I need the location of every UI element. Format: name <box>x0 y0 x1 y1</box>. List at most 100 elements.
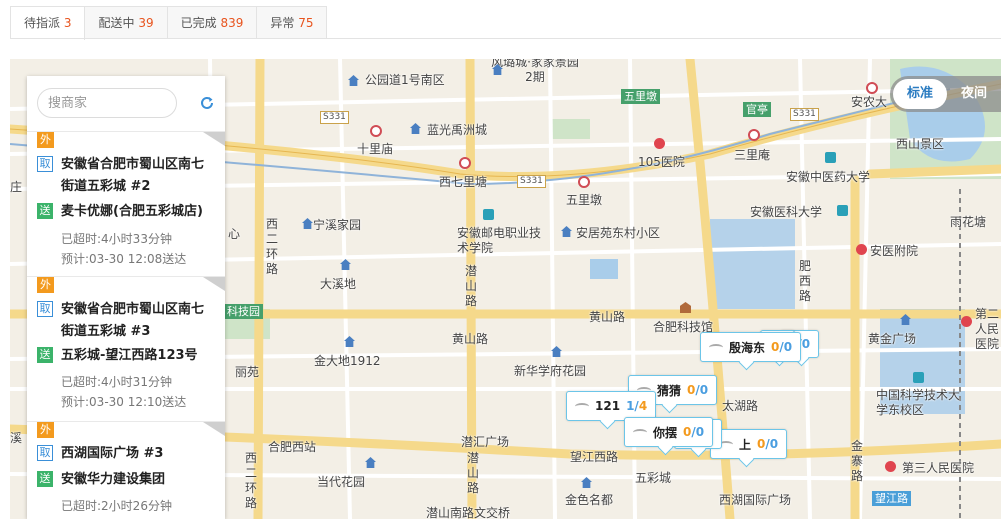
overdue-time: 已超时:4小时31分钟 <box>61 375 172 389</box>
map-label: 肥西路 <box>798 259 811 303</box>
tab-pending[interactable]: 待指派 3 <box>11 7 86 40</box>
rider-icon <box>633 428 647 436</box>
order-card[interactable]: 外 取 西湖国际广场 #3 送 安徽华力建设集团 已超时:2小时26分钟 <box>27 421 225 519</box>
order-type-badge: 外 <box>37 422 54 438</box>
overdue-time: 已超时:2小时26分钟 <box>61 499 172 513</box>
metro-station-label: 科技园 <box>224 304 263 319</box>
map-label: 安农大 <box>851 95 888 109</box>
map-label: 风璐城·家家景园2期 <box>491 59 579 84</box>
refresh-icon[interactable] <box>199 95 215 111</box>
map-label: 中国科学技术大学东校区 <box>876 388 961 417</box>
map-label: 黄山路 <box>452 332 489 346</box>
metro-icon <box>459 157 471 169</box>
tab-delivering[interactable]: 配送中 39 <box>85 7 168 39</box>
map-label: 安徽医科大学 <box>750 205 823 219</box>
pickup-icon: 取 <box>37 156 53 172</box>
deliver-address: 安徽华力建设集团 <box>61 472 166 487</box>
deliver-address: 麦卡优娜(合肥五彩城店) <box>61 204 203 219</box>
map-label: 潜山路 <box>466 451 479 495</box>
metro-icon <box>748 129 760 141</box>
map-label: 黄山路 <box>589 310 626 324</box>
rider-load: 0/0 <box>771 340 793 354</box>
road-shield: S331 <box>517 175 546 188</box>
map-label: 十里庙 <box>357 142 394 156</box>
rider-icon <box>575 402 589 410</box>
order-type-badge: 外 <box>37 277 54 293</box>
deliver-address: 五彩城-望江西路123号 <box>61 348 198 363</box>
tab-completed[interactable]: 已完成 839 <box>167 7 258 39</box>
order-corner-marker <box>203 277 225 291</box>
deliver-icon: 送 <box>37 347 53 363</box>
rider-load: 0/0 <box>757 437 779 451</box>
road-shield: S331 <box>790 108 819 121</box>
order-corner-marker <box>203 422 225 436</box>
pickup-address: 安徽省合肥市蜀山区南七街道五彩城 #3 <box>61 302 205 339</box>
pickup-icon: 取 <box>37 301 53 317</box>
status-tabs: 待指派 3 配送中 39 已完成 839 异常 75 <box>10 6 328 40</box>
map-label: 太湖路 <box>722 399 759 413</box>
map-label: 溪 <box>10 431 23 445</box>
school-icon <box>837 205 848 216</box>
tab-exception[interactable]: 异常 75 <box>257 7 327 39</box>
hospital-icon <box>654 138 665 149</box>
pickup-row: 取 西湖国际广场 #3 <box>37 443 211 465</box>
road-shield: S331 <box>320 111 349 124</box>
rider-marker[interactable]: 殷海东 0/0 <box>700 332 802 362</box>
overdue-time: 已超时:4小时33分钟 <box>61 232 172 246</box>
map-label: 金色名都 <box>565 493 614 507</box>
rider-load: 1/4 <box>626 399 648 413</box>
map-label: 西湖国际广场 <box>719 493 792 507</box>
order-corner-marker <box>203 132 225 146</box>
rider-icon <box>709 343 723 351</box>
deliver-row: 送 麦卡优娜(合肥五彩城店) <box>37 201 211 223</box>
map-label: 西二环路 <box>265 217 278 276</box>
rider-name: 猜猜 <box>657 383 682 398</box>
eta-time: 预计:03-30 12:10送达 <box>61 395 187 409</box>
order-card[interactable]: 外 取 安徽省合肥市蜀山区南七街道五彩城 #2 送 麦卡优娜(合肥五彩城店) 已… <box>27 131 225 276</box>
map-label: 安医附院 <box>870 244 919 258</box>
hospital-icon <box>856 244 867 255</box>
map-label: 潜山南路文交桥 <box>426 506 511 519</box>
order-card[interactable]: 外 取 安徽省合肥市蜀山区南七街道五彩城 #3 送 五彩城-望江西路123号 已… <box>27 276 225 421</box>
merchant-search-input[interactable] <box>37 88 177 118</box>
rider-name: 上 <box>739 437 752 452</box>
metro-station-label: 望江路 <box>872 491 911 506</box>
map-label: 新华学府花园 <box>514 364 587 378</box>
map-label: 黄金广场 <box>868 332 917 346</box>
map-style-standard-button[interactable]: 标准 <box>892 79 947 109</box>
hospital-icon <box>885 461 896 472</box>
metro-icon <box>578 176 590 188</box>
eta-time: 预计:03-30 12:08送达 <box>61 252 187 266</box>
school-icon <box>483 209 494 220</box>
deliver-icon: 送 <box>37 203 53 219</box>
map-label: 宁溪家园 <box>313 218 362 232</box>
order-type-badge: 外 <box>37 132 54 148</box>
order-panel: 外 取 安徽省合肥市蜀山区南七街道五彩城 #2 送 麦卡优娜(合肥五彩城店) 已… <box>27 76 225 519</box>
map-label: 潜汇广场 <box>461 435 510 449</box>
map-label: 当代花园 <box>317 475 366 489</box>
rider-marker[interactable]: 你摆 0/0 <box>624 417 714 447</box>
map-label: 潜山路 <box>464 264 477 308</box>
rider-name: 你摆 <box>653 425 678 440</box>
map-label: 望江西路 <box>570 450 619 464</box>
map-style-night-button[interactable]: 夜间 <box>947 79 1001 109</box>
map-label: 心 <box>228 227 241 241</box>
map-style-toggle: 标准 夜间 <box>889 76 1001 112</box>
map-label: 第二人民医院 <box>975 307 1000 351</box>
map-label: 安徽中医药大学 <box>786 170 871 184</box>
map-label: 丽苑 <box>235 365 260 379</box>
map-label: 金大地1912 <box>314 354 381 368</box>
metro-icon <box>370 125 382 137</box>
map-label: 公园道1号南区 <box>365 73 445 87</box>
deliver-icon: 送 <box>37 471 53 487</box>
map-label: 西山景区 <box>896 137 945 151</box>
map-label: 西七里塘 <box>439 175 488 189</box>
pickup-address: 安徽省合肥市蜀山区南七街道五彩城 #2 <box>61 157 205 194</box>
map-label: 金寨路 <box>850 439 863 483</box>
map-label: 合肥西站 <box>268 440 317 454</box>
map-label: 西二环路 <box>244 451 257 510</box>
tab-divider <box>10 38 1001 39</box>
school-icon <box>913 372 924 383</box>
pickup-row: 取 安徽省合肥市蜀山区南七街道五彩城 #3 <box>37 299 211 343</box>
map-label: 大溪地 <box>320 277 357 291</box>
